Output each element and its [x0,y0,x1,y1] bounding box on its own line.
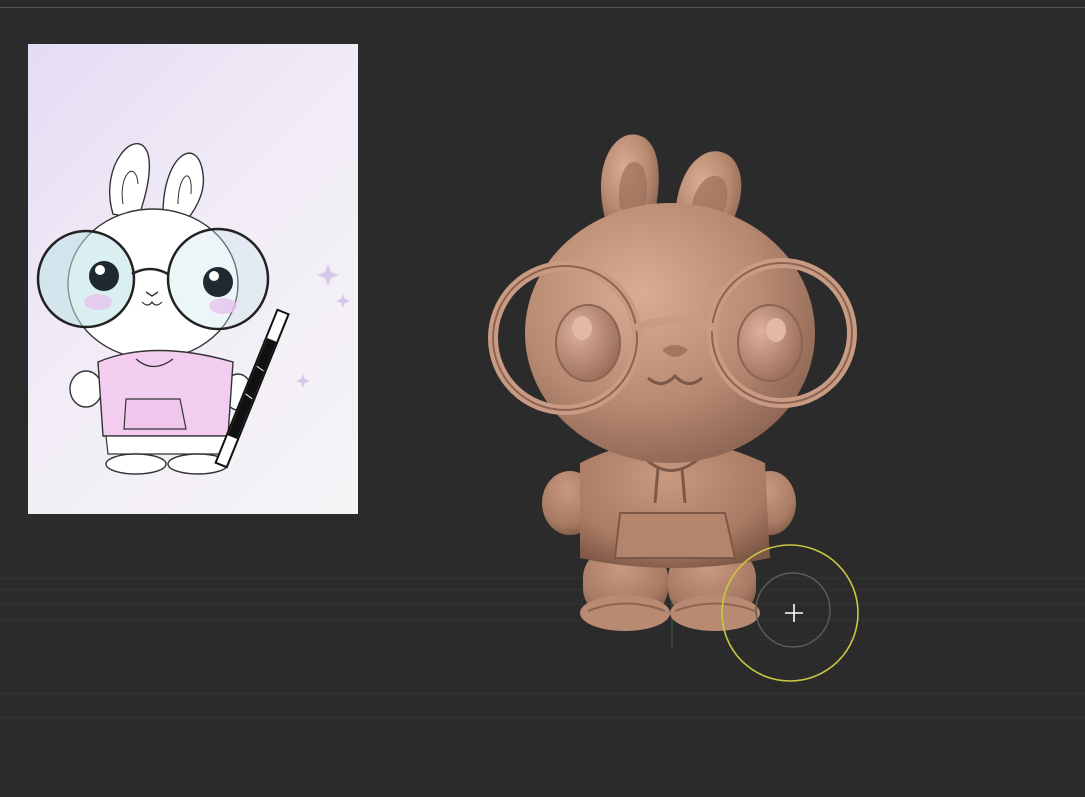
brush-cursor[interactable] [715,538,865,688]
reference-image[interactable] [28,44,358,514]
sculpt-viewport[interactable] [0,8,1085,797]
bunny-sketch-illustration [36,142,350,475]
crosshair-icon [785,604,803,622]
